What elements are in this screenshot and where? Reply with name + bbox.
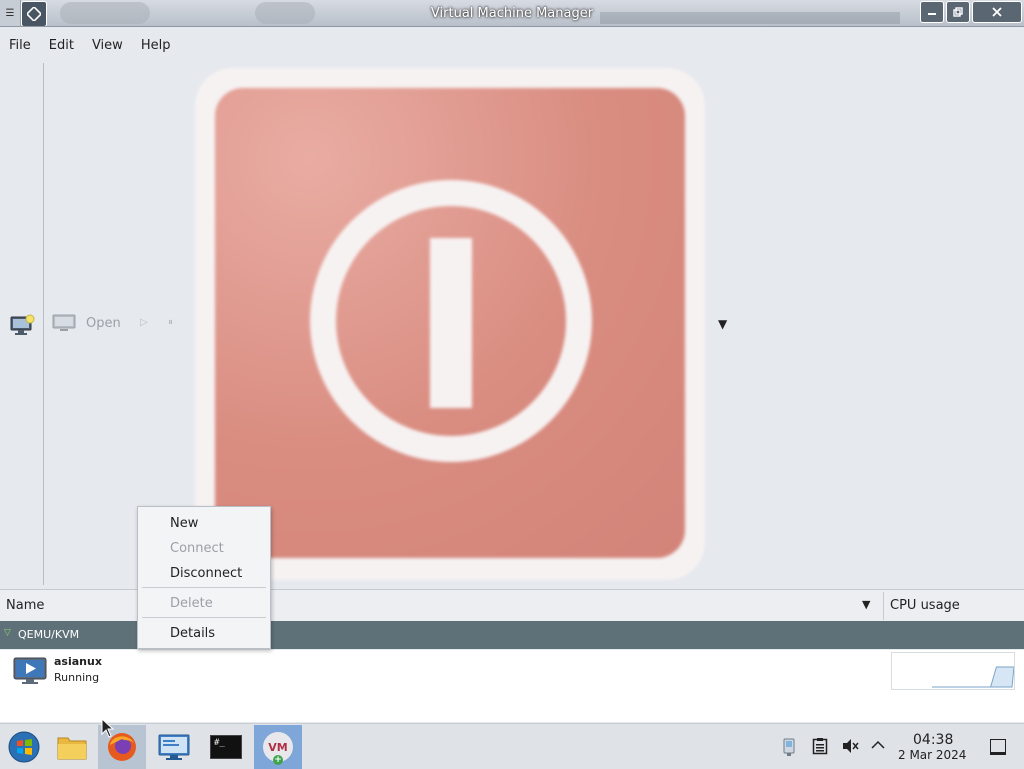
shutdown-button[interactable] bbox=[195, 68, 705, 580]
taskbar-files[interactable] bbox=[48, 725, 96, 769]
context-menu: New Connect Disconnect Delete Details bbox=[137, 506, 271, 649]
taskbar-virt-manager[interactable]: VM + bbox=[254, 725, 302, 769]
clipboard-icon[interactable] bbox=[812, 737, 828, 755]
clock-time[interactable]: 04:38 bbox=[913, 732, 953, 748]
power-icon bbox=[215, 88, 685, 558]
terminal-icon-text: #_ bbox=[214, 738, 225, 748]
maximize-button[interactable] bbox=[946, 1, 970, 23]
terminal-icon: #_ bbox=[210, 735, 242, 759]
vm-row[interactable]: asianux Running bbox=[0, 650, 1024, 722]
running-vm-icon bbox=[13, 657, 47, 684]
power-icon-bar bbox=[430, 238, 472, 408]
column-sort-indicator[interactable]: ▼ bbox=[862, 598, 870, 611]
menu-item-disconnect[interactable]: Disconnect bbox=[170, 566, 242, 581]
menu-item-connect[interactable]: Connect bbox=[170, 541, 224, 556]
menu-item-details[interactable]: Details bbox=[170, 626, 215, 641]
taskbar-terminal[interactable]: #_ bbox=[202, 725, 250, 769]
vm-status: Running bbox=[54, 671, 100, 684]
menu-item-new[interactable]: New bbox=[170, 516, 198, 531]
volume-muted-icon[interactable] bbox=[841, 737, 859, 755]
close-button[interactable] bbox=[972, 1, 1022, 23]
shutdown-dropdown-button[interactable]: ▼ bbox=[718, 317, 727, 331]
taskbar-system-monitor[interactable] bbox=[150, 725, 198, 769]
new-vm-icon bbox=[10, 314, 35, 335]
expander-icon[interactable]: ▽ bbox=[4, 628, 11, 638]
virt-manager-icon-text: VM bbox=[268, 740, 288, 754]
minimize-button[interactable] bbox=[920, 1, 944, 23]
monitor-icon bbox=[52, 314, 76, 331]
network-icon[interactable] bbox=[780, 737, 798, 757]
clock-date[interactable]: 2 Mar 2024 bbox=[898, 748, 966, 762]
show-desktop-icon[interactable] bbox=[990, 739, 1006, 755]
menu-item-delete[interactable]: Delete bbox=[170, 596, 213, 611]
menu-view[interactable]: View bbox=[83, 38, 132, 53]
open-button-label: Open bbox=[86, 315, 121, 331]
mouse-cursor-icon bbox=[101, 718, 115, 738]
cpu-usage-line bbox=[932, 666, 1015, 688]
menu-file[interactable]: File bbox=[0, 38, 40, 53]
column-header-name[interactable]: Name bbox=[6, 598, 44, 613]
vm-name: asianux bbox=[54, 655, 102, 668]
virt-manager-icon: VM + bbox=[263, 732, 293, 765]
run-button[interactable]: ▷ bbox=[140, 317, 148, 328]
window-title: Virtual Machine Manager bbox=[430, 6, 594, 21]
cpu-usage-graph bbox=[891, 652, 1015, 690]
start-button[interactable] bbox=[0, 725, 48, 769]
title-bar[interactable]: ☰ Virtual Machine Manager bbox=[0, 0, 1024, 27]
taskbar: #_ VM + 04:38 2 Mar 2024 bbox=[0, 723, 1024, 769]
menu-separator bbox=[142, 587, 266, 588]
system-monitor-icon bbox=[158, 734, 190, 760]
new-vm-button[interactable] bbox=[8, 313, 36, 337]
menu-bar: File Edit View Help bbox=[0, 27, 1024, 63]
column-separator[interactable] bbox=[883, 592, 884, 620]
menu-help[interactable]: Help bbox=[132, 38, 180, 53]
connection-label: QEMU/KVM bbox=[18, 628, 80, 641]
open-button[interactable]: Open bbox=[52, 313, 121, 333]
toolbar-separator bbox=[43, 63, 44, 585]
plus-badge-icon: + bbox=[273, 755, 283, 765]
column-header-cpu[interactable]: CPU usage bbox=[890, 598, 960, 613]
menu-edit[interactable]: Edit bbox=[40, 38, 83, 53]
pause-button[interactable]: ⏸ bbox=[168, 317, 173, 328]
menu-separator bbox=[142, 617, 266, 618]
chevron-up-icon[interactable] bbox=[871, 740, 885, 750]
start-icon bbox=[8, 731, 40, 763]
files-icon bbox=[57, 737, 87, 760]
